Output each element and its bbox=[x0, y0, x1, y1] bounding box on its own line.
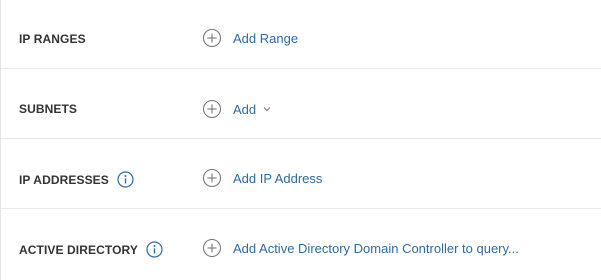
info-icon[interactable] bbox=[146, 241, 163, 258]
add-domain-controller-label[interactable]: Add Active Directory Domain Controller t… bbox=[233, 241, 519, 256]
subnets-section: SUBNETS Add bbox=[1, 69, 601, 139]
section-title-ip-addresses: IP ADDRESSES bbox=[19, 172, 109, 187]
ip-ranges-title: IP RANGES bbox=[19, 32, 86, 46]
ip-addresses-section: IP ADDRESSES Add IP Address bbox=[1, 139, 601, 209]
active-directory-section: ACTIVE DIRECTORY Add Active Directory Do… bbox=[1, 209, 601, 280]
info-icon[interactable] bbox=[117, 171, 134, 188]
add-range-button[interactable]: Add Range bbox=[202, 28, 298, 48]
subnets-title: SUBNETS bbox=[19, 102, 77, 116]
active-directory-title: ACTIVE DIRECTORY bbox=[19, 241, 163, 258]
plus-circle-icon bbox=[202, 28, 222, 48]
add-domain-controller-button[interactable]: Add Active Directory Domain Controller t… bbox=[202, 238, 519, 258]
add-subnet-dropdown-button[interactable]: Add bbox=[202, 99, 271, 119]
ip-ranges-section: IP RANGES Add Range bbox=[1, 0, 601, 69]
section-title-active-directory: ACTIVE DIRECTORY bbox=[19, 242, 138, 257]
add-ip-address-label[interactable]: Add IP Address bbox=[233, 171, 322, 186]
add-range-label[interactable]: Add Range bbox=[233, 31, 298, 46]
plus-circle-icon bbox=[202, 99, 222, 119]
add-ip-address-button[interactable]: Add IP Address bbox=[202, 168, 322, 188]
section-title-subnets: SUBNETS bbox=[19, 102, 78, 116]
ip-addresses-title: IP ADDRESSES bbox=[19, 171, 134, 188]
section-title-ip-ranges: IP RANGES bbox=[19, 32, 86, 46]
network-settings-panel: IP RANGES Add Range SUBNETS Add IP ADDRE… bbox=[0, 0, 601, 280]
plus-circle-icon bbox=[202, 168, 222, 188]
add-subnet-label[interactable]: Add bbox=[233, 102, 256, 117]
chevron-down-icon[interactable] bbox=[263, 106, 271, 112]
plus-circle-icon bbox=[202, 238, 222, 258]
